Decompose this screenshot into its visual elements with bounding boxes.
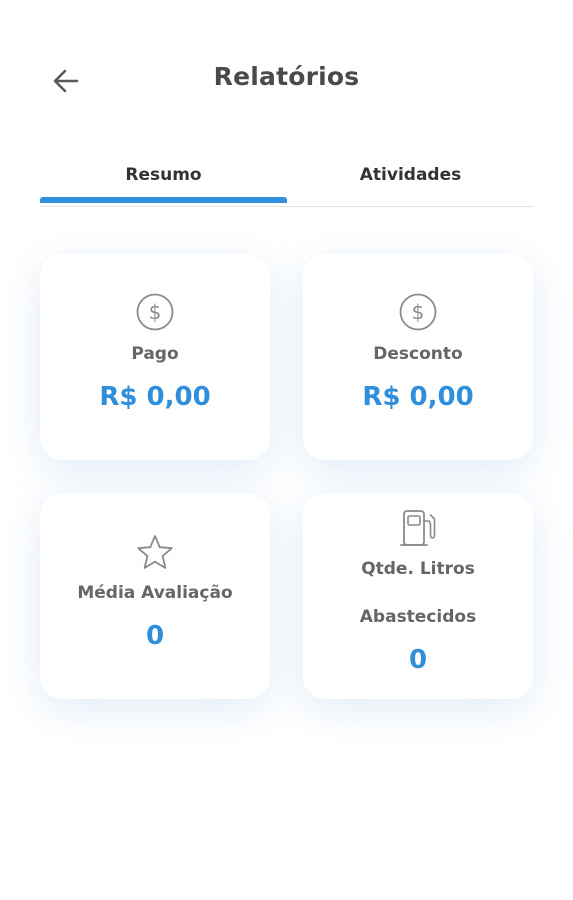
tab-atividades[interactable]: Atividades	[287, 160, 534, 206]
card-value: 0	[408, 645, 428, 675]
card-litros-abastecidos: Qtde. Litros Abastecidos 0	[303, 493, 533, 699]
page-title: Relatórios	[213, 62, 360, 91]
card-value: R$ 0,00	[99, 382, 211, 412]
card-label: Qtde. Litros	[361, 559, 475, 579]
card-label: Pago	[131, 344, 179, 364]
card-desconto: $ Desconto R$ 0,00	[303, 254, 533, 460]
card-label: Desconto	[373, 344, 463, 364]
card-label: Média Avaliação	[77, 583, 233, 603]
card-pago: $ Pago R$ 0,00	[40, 254, 270, 460]
card-label-second-line: Abastecidos	[359, 607, 477, 627]
card-media-avaliacao: Média Avaliação 0	[40, 493, 270, 699]
svg-text:$: $	[412, 300, 425, 324]
card-value: 0	[145, 621, 165, 651]
card-value: R$ 0,00	[362, 382, 474, 412]
dollar-circle-icon: $	[399, 293, 437, 331]
svg-text:$: $	[149, 300, 162, 324]
dollar-circle-icon: $	[136, 293, 174, 331]
header: Relatórios	[0, 0, 573, 160]
star-icon	[137, 535, 173, 569]
active-tab-indicator	[40, 197, 287, 203]
fuel-pump-icon	[400, 510, 436, 546]
tab-bar: Resumo Atividades	[40, 160, 534, 207]
